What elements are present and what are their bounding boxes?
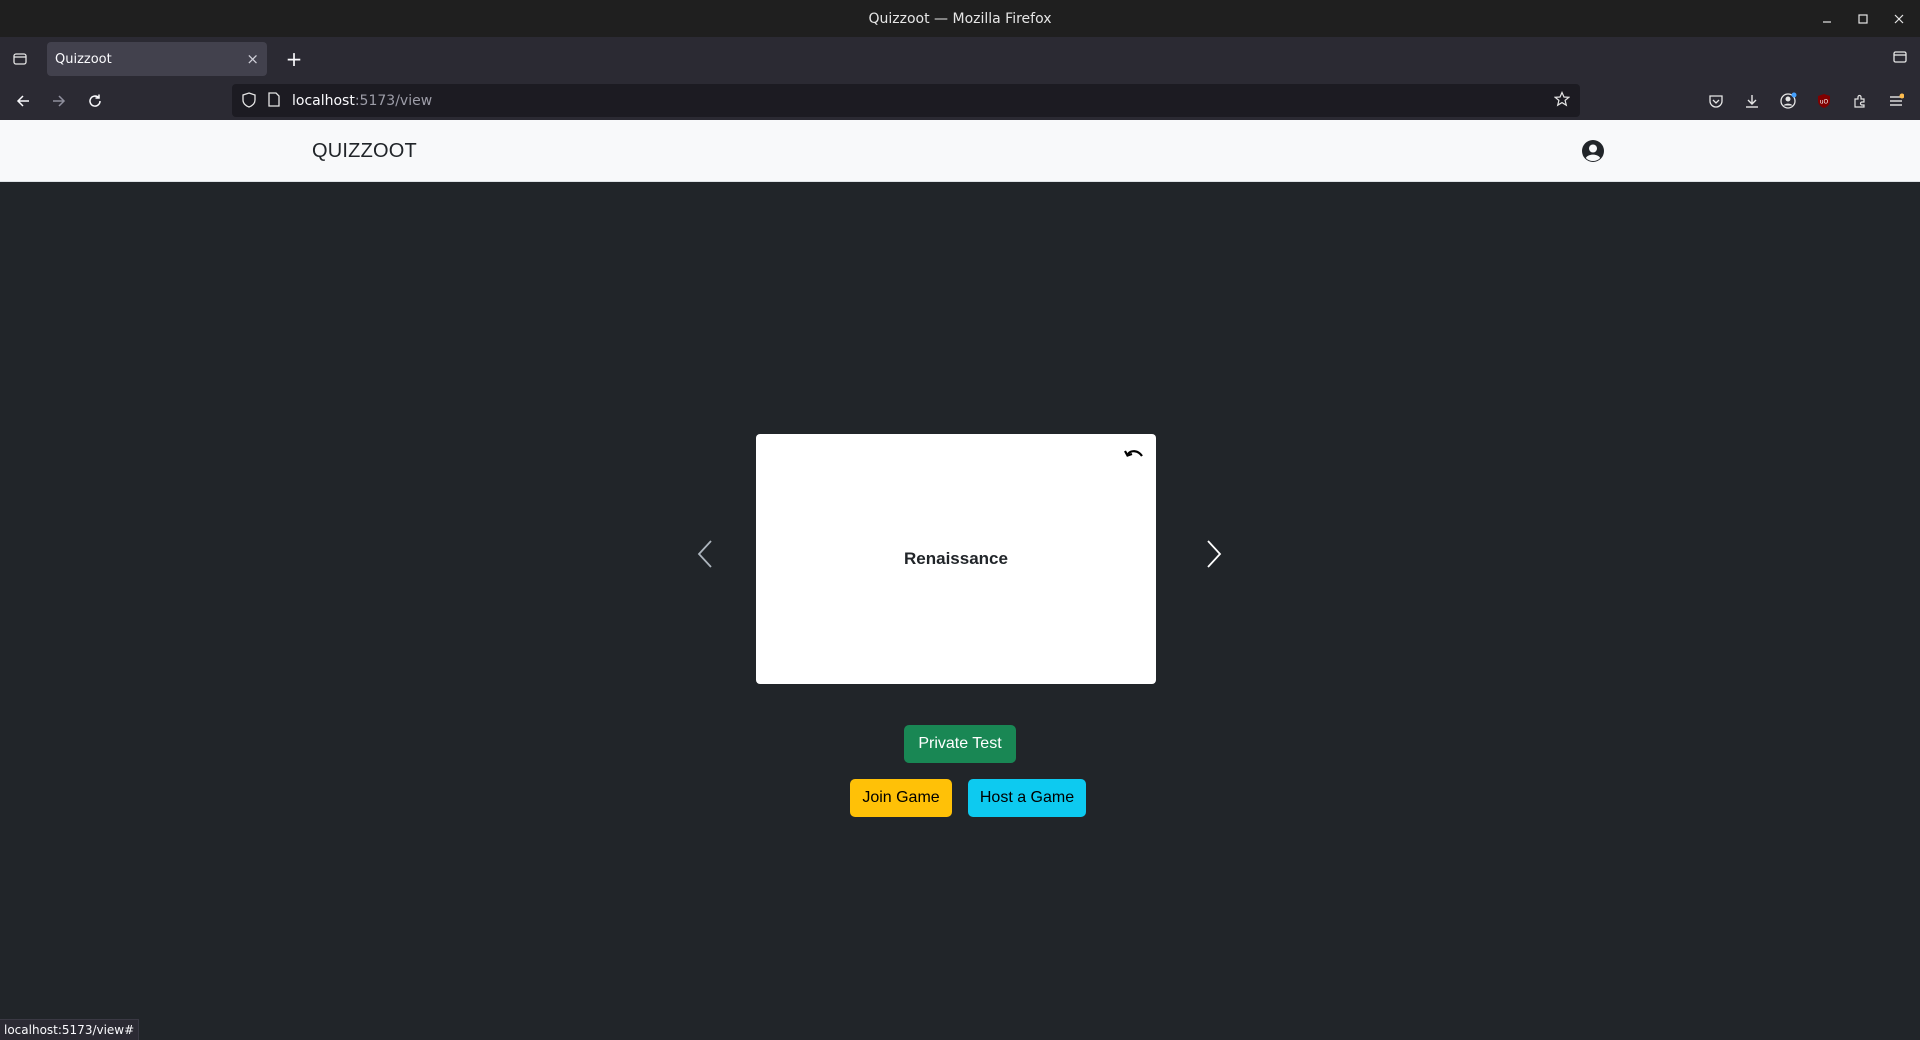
previous-card-icon[interactable] <box>690 534 720 574</box>
join-game-button[interactable]: Join Game <box>850 779 952 817</box>
brand-logo[interactable]: QUIZZOOT <box>312 140 417 163</box>
account-icon[interactable] <box>1774 87 1802 115</box>
browser-navbar: localhost:5173/view uO <box>0 81 1920 120</box>
page-info-icon[interactable] <box>268 92 280 111</box>
menu-icon[interactable] <box>1882 87 1910 115</box>
toolbar-icons: uO <box>1702 87 1920 115</box>
url-bar[interactable]: localhost:5173/view <box>232 84 1580 117</box>
tab-title: Quizzoot <box>55 51 112 67</box>
maximize-icon[interactable] <box>1856 12 1870 26</box>
url-host: localhost <box>292 92 355 109</box>
window-controls <box>1820 0 1906 37</box>
window-title: Quizzoot — Mozilla Firefox <box>868 10 1052 27</box>
ublock-extension-icon[interactable]: uO <box>1810 87 1838 115</box>
firefox-view-icon[interactable] <box>1892 49 1908 69</box>
app-navbar: QUIZZOOT <box>0 120 1920 182</box>
private-test-button[interactable]: Private Test <box>904 725 1016 763</box>
tab-quizzoot[interactable]: Quizzoot × <box>47 42 267 76</box>
user-profile-icon[interactable] <box>1581 139 1605 163</box>
host-game-button[interactable]: Host a Game <box>968 779 1086 817</box>
window-titlebar: Quizzoot — Mozilla Firefox <box>0 0 1920 37</box>
url-path: :5173/view <box>354 92 433 109</box>
flashcard-carousel: Renaissance <box>0 434 1920 684</box>
next-card-icon[interactable] <box>1199 534 1229 574</box>
svg-text:uO: uO <box>1820 99 1829 106</box>
flip-card-icon[interactable] <box>1122 446 1146 466</box>
tab-bar: Quizzoot × + <box>0 37 1920 81</box>
tab-close-icon[interactable]: × <box>246 50 259 68</box>
flashcard[interactable]: Renaissance <box>756 434 1156 684</box>
bookmark-star-icon[interactable] <box>1553 91 1571 111</box>
tracking-protection-icon[interactable] <box>242 92 256 112</box>
downloads-icon[interactable] <box>1738 87 1766 115</box>
minimize-icon[interactable] <box>1820 12 1834 26</box>
forward-icon[interactable] <box>45 87 73 115</box>
close-icon[interactable] <box>1892 12 1906 26</box>
link-status-bar: localhost:5173/view# <box>0 1019 140 1040</box>
flashcard-term: Renaissance <box>904 549 1008 568</box>
tab-list-icon[interactable] <box>0 37 40 81</box>
pocket-icon[interactable] <box>1702 87 1730 115</box>
extensions-icon[interactable] <box>1846 87 1874 115</box>
reload-icon[interactable] <box>81 87 109 115</box>
back-icon[interactable] <box>9 87 37 115</box>
new-tab-icon[interactable]: + <box>280 45 308 73</box>
